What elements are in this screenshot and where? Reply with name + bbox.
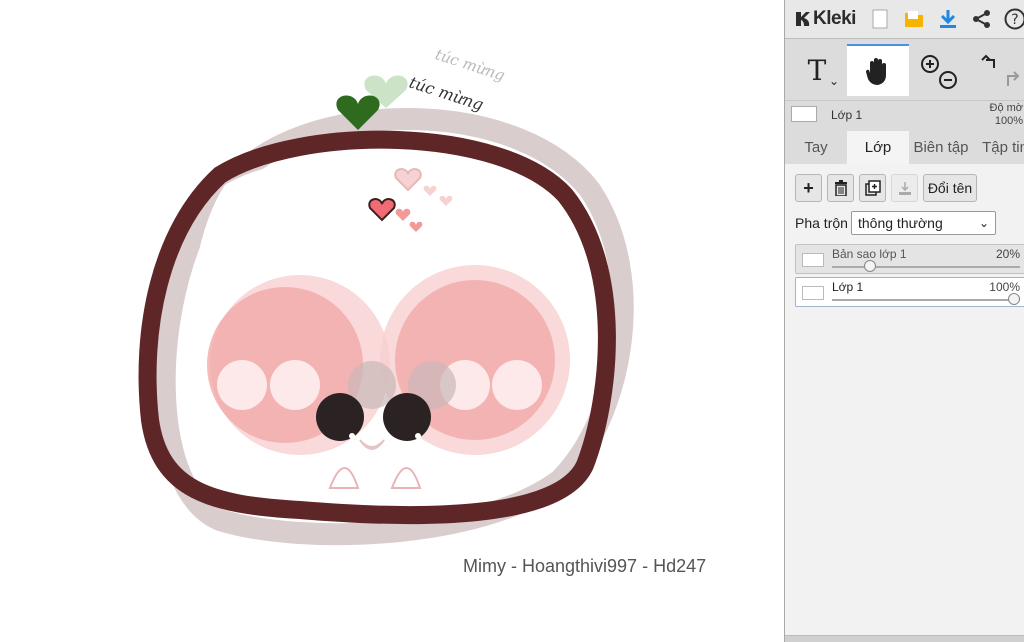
- share-icon[interactable]: [971, 8, 993, 30]
- undo-icon[interactable]: [981, 54, 995, 68]
- eye-right: [383, 393, 431, 441]
- layers-panel: + Đổi tên Pha trộn thông thường ⌄ Bản sa…: [785, 164, 1024, 642]
- eye-sparkle: [415, 433, 421, 439]
- tab-layers[interactable]: Lớp: [847, 131, 909, 164]
- chevron-down-icon: ⌄: [978, 216, 989, 230]
- cheek-highlight: [217, 360, 267, 410]
- tab-brush[interactable]: Tay: [785, 131, 847, 164]
- layer-opacity: 100%: [989, 280, 1020, 294]
- layer-thumbnail: [791, 106, 817, 122]
- layer-name: Lớp 1: [832, 280, 864, 294]
- duplicate-layer-button[interactable]: [859, 174, 886, 202]
- eye-left: [316, 393, 364, 441]
- plus-icon: +: [803, 177, 814, 198]
- eye-sparkle: [349, 433, 355, 439]
- duplicate-icon: [864, 180, 881, 196]
- slider-knob[interactable]: [1008, 293, 1020, 305]
- layer-thumbnail: [802, 286, 824, 300]
- layer-item[interactable]: Bản sao lớp 1 20%: [795, 244, 1024, 274]
- history-controls: [975, 44, 1024, 96]
- merge-down-button[interactable]: [891, 174, 918, 202]
- layer-opacity: 20%: [995, 247, 1020, 261]
- opacity-value: 100%: [994, 115, 1023, 127]
- folder-icon[interactable]: [903, 8, 925, 30]
- hand-icon: [865, 58, 886, 85]
- zoom-in-icon[interactable]: [921, 55, 939, 73]
- hand-tool[interactable]: [847, 44, 909, 96]
- layer-opacity-slider[interactable]: [832, 260, 1020, 272]
- slider-knob[interactable]: [864, 260, 876, 272]
- trash-icon: [834, 180, 847, 196]
- zoom-out-icon[interactable]: [939, 71, 957, 89]
- download-icon[interactable]: [937, 8, 959, 30]
- help-icon[interactable]: ?: [1004, 8, 1024, 30]
- new-file-icon[interactable]: [869, 8, 891, 30]
- top-toolbar: Kleki ?: [785, 0, 1024, 39]
- rename-layer-button[interactable]: Đổi tên: [923, 174, 977, 202]
- chevron-down-icon[interactable]: ⌄: [829, 74, 839, 88]
- app-name: Kleki: [813, 8, 856, 29]
- app-logo[interactable]: Kleki: [793, 8, 856, 30]
- blend-mode-select[interactable]: thông thường ⌄: [851, 211, 996, 235]
- drawing-canvas[interactable]: túc mừng túc mừng Mimy - Hoangthivi997 -…: [0, 0, 784, 642]
- artist-credit: Mimy - Hoangthivi997 - Hd247: [463, 556, 707, 576]
- svg-text:?: ?: [1011, 12, 1018, 28]
- redo-icon[interactable]: [1007, 71, 1020, 86]
- tool-row: T ⌄: [785, 44, 1024, 96]
- layer-item-selected[interactable]: Lớp 1 100%: [795, 277, 1024, 307]
- tab-file[interactable]: Tập tin: [975, 131, 1024, 164]
- opacity-label: Độ mờ: [989, 102, 1024, 114]
- cheek-highlight: [270, 360, 320, 410]
- current-layer-name: Lớp 1: [831, 108, 863, 122]
- panel-tabs: Tay Lớp Biên tập Tập tin: [785, 131, 1024, 164]
- kleki-logo-icon: [796, 12, 810, 26]
- delete-layer-button[interactable]: [827, 174, 854, 202]
- layer-name: Bản sao lớp 1: [832, 247, 907, 261]
- text-tool-icon: T: [807, 53, 827, 87]
- side-panel: Kleki ? T ⌄ Lớp 1 Độ mờ 100% Tay Lớp Biê…: [784, 0, 1024, 642]
- current-layer-info: Lớp 1 Độ mờ 100%: [785, 100, 1024, 129]
- blend-mode-label: Pha trộn: [795, 215, 848, 231]
- add-layer-button[interactable]: +: [795, 174, 822, 202]
- artwork: [138, 75, 634, 546]
- text-tool[interactable]: T ⌄: [793, 44, 841, 96]
- bottom-strip: [785, 635, 1024, 642]
- cheek-highlight: [492, 360, 542, 410]
- layer-opacity-slider[interactable]: [832, 293, 1020, 305]
- merge-down-icon: [898, 182, 911, 195]
- zoom-controls: [915, 44, 965, 96]
- layer-thumbnail: [802, 253, 824, 267]
- blend-mode-value: thông thường: [858, 215, 943, 231]
- tab-edit[interactable]: Biên tập: [909, 131, 973, 164]
